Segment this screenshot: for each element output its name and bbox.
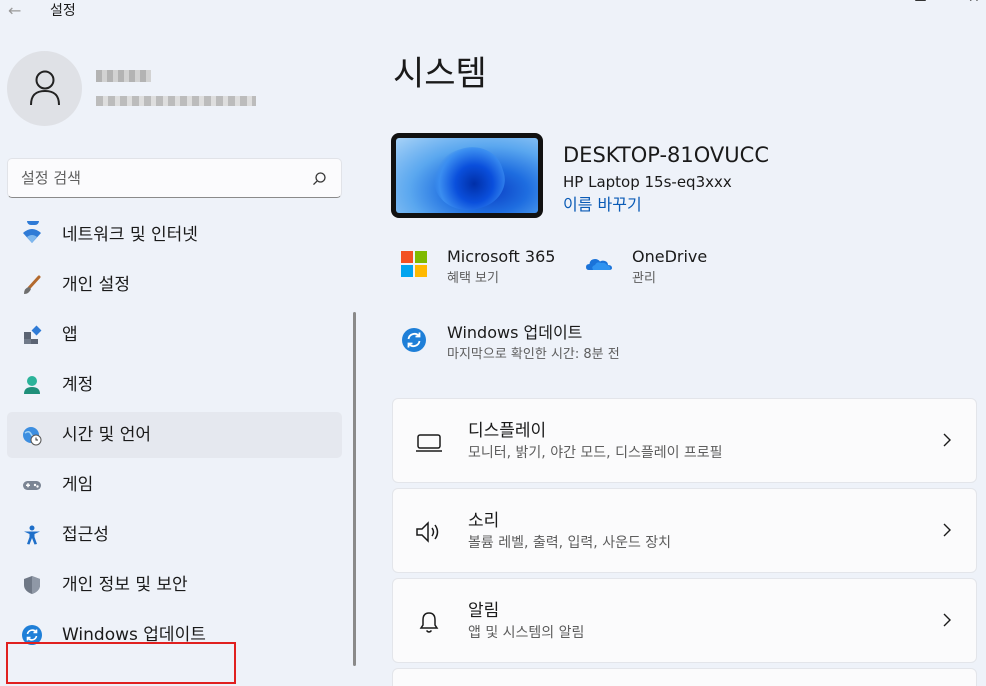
sidebar-item-label: 게임 (62, 475, 94, 495)
speaker-icon (416, 521, 439, 543)
sidebar-item-personalization[interactable]: 개인 설정 (7, 262, 342, 308)
quick-action-microsoft-365[interactable]: Microsoft 365 혜택 보기 (400, 247, 570, 290)
card-title: 알림 (468, 601, 500, 621)
device-thumbnail (391, 133, 543, 218)
app-title: 설정 (50, 3, 76, 19)
wallpaper-image (396, 138, 538, 213)
title-bar: ← 설정 ✕ (0, 0, 986, 24)
shield-icon (24, 576, 40, 594)
sidebar-item-gaming[interactable]: 게임 (7, 462, 342, 508)
sidebar-item-apps[interactable]: 앱 (7, 312, 342, 358)
account-name-blurred (96, 70, 151, 82)
monitor-icon (416, 434, 442, 452)
quick-action-title: Microsoft 365 (447, 247, 556, 266)
microsoft-logo-icon (401, 251, 427, 277)
sidebar-item-network[interactable]: 네트워크 및 인터넷 (7, 212, 342, 258)
sidebar-item-label: 시간 및 언어 (62, 425, 152, 445)
sidebar-item-label: 앱 (62, 325, 78, 345)
quick-action-windows-update[interactable]: Windows 업데이트 마지막으로 확인한 시간: 8분 전 (400, 323, 680, 366)
quick-action-subtitle: 마지막으로 확인한 시간: 8분 전 (447, 347, 620, 362)
sync-icon (402, 328, 426, 352)
close-button[interactable]: ✕ (968, 0, 984, 5)
person-icon (30, 70, 60, 106)
globe-clock-icon (23, 427, 42, 446)
gamepad-icon (23, 481, 41, 490)
quick-action-title: OneDrive (632, 247, 708, 266)
sidebar-item-label: 계정 (62, 375, 94, 395)
sidebar-item-label: 개인 정보 및 보안 (62, 575, 188, 595)
sidebar-scrollbar[interactable] (353, 312, 356, 666)
accessibility-icon (24, 525, 40, 545)
device-name: DESKTOP-81OVUCC (563, 143, 769, 167)
card-subtitle: 앱 및 시스템의 알림 (468, 625, 585, 641)
settings-card-notifications[interactable]: 알림 앱 및 시스템의 알림 (392, 578, 977, 663)
highlight-box (6, 642, 236, 684)
search-icon[interactable] (311, 171, 327, 187)
sidebar-item-time-language[interactable]: 시간 및 언어 (7, 412, 342, 458)
sidebar-item-label: 개인 설정 (62, 275, 130, 295)
minimize-button[interactable] (852, 0, 868, 4)
quick-action-onedrive[interactable]: OneDrive 관리 (585, 247, 725, 290)
sidebar-item-accounts[interactable]: 계정 (7, 362, 342, 408)
bell-icon (419, 612, 439, 633)
chevron-right-icon (943, 613, 951, 627)
card-subtitle: 볼륨 레벨, 출력, 입력, 사운드 장치 (468, 535, 672, 551)
settings-card-sound[interactable]: 소리 볼륨 레벨, 출력, 입력, 사운드 장치 (392, 488, 977, 573)
chevron-right-icon (943, 523, 951, 537)
sidebar-item-privacy-security[interactable]: 개인 정보 및 보안 (7, 562, 342, 608)
card-title: 디스플레이 (468, 421, 547, 441)
quick-action-subtitle: 관리 (632, 271, 656, 286)
page-title: 시스템 (393, 54, 487, 94)
settings-search[interactable] (7, 158, 342, 198)
maximize-button[interactable] (913, 0, 929, 4)
card-subtitle: 모니터, 밝기, 야간 모드, 디스플레이 프로필 (468, 445, 723, 461)
card-title: 소리 (468, 511, 500, 531)
device-model: HP Laptop 15s-eq3xxx (563, 173, 732, 191)
account-email-blurred (96, 96, 256, 106)
search-input[interactable] (21, 168, 291, 188)
onedrive-cloud-icon (586, 259, 612, 270)
avatar[interactable] (7, 51, 82, 126)
quick-action-subtitle: 혜택 보기 (447, 271, 499, 286)
settings-card-display[interactable]: 디스플레이 모니터, 밝기, 야간 모드, 디스플레이 프로필 (392, 398, 977, 483)
windows-bloom-graphic (426, 138, 512, 213)
apps-icon (24, 325, 42, 344)
sidebar-item-label: 접근성 (62, 525, 109, 545)
wifi-icon (23, 229, 41, 243)
back-button[interactable]: ← (8, 0, 28, 22)
quick-action-title: Windows 업데이트 (447, 323, 583, 342)
sidebar-item-accessibility[interactable]: 접근성 (7, 512, 342, 558)
sidebar-item-label: 네트워크 및 인터넷 (62, 225, 198, 245)
settings-card-partial[interactable] (392, 668, 977, 686)
chevron-right-icon (943, 433, 951, 447)
person-icon (24, 376, 40, 394)
rename-link[interactable]: 이름 바꾸기 (563, 194, 642, 216)
sidebar-nav: 네트워크 및 인터넷 개인 설정 앱 계정 시간 및 언어 게임 접근성 개인 … (7, 212, 342, 662)
brush-icon (24, 275, 41, 294)
